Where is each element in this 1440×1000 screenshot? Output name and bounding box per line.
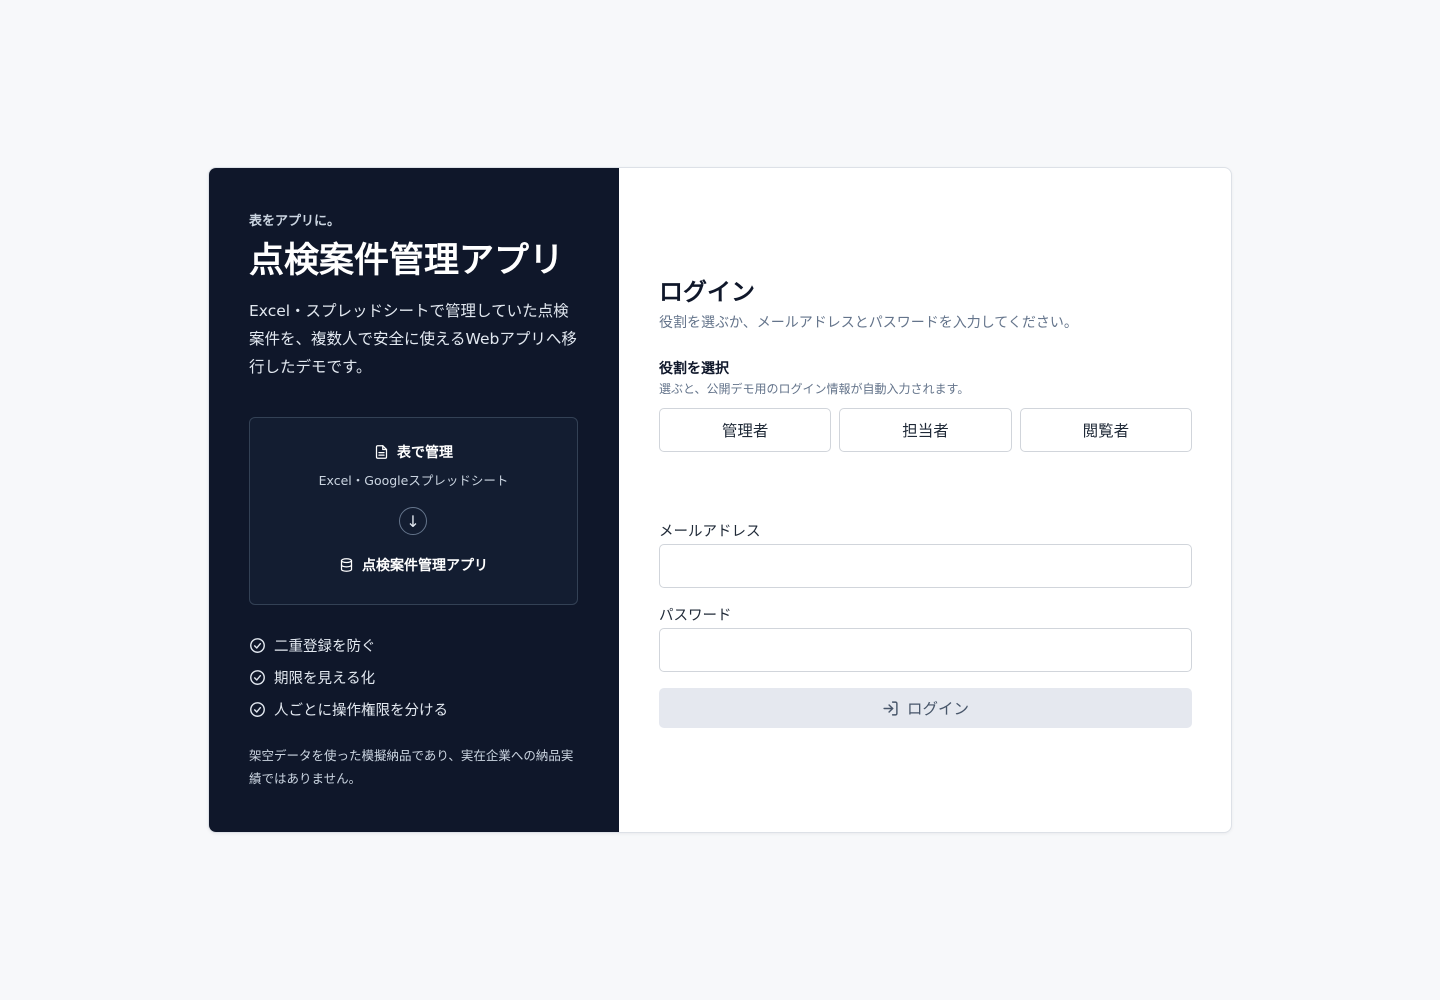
role-button-admin[interactable]: 管理者 — [659, 408, 832, 452]
role-hint: 選ぶと、公開デモ用のログイン情報が自動入力されます。 — [659, 382, 970, 396]
role-button-viewer[interactable]: 閲覧者 — [1019, 408, 1192, 452]
feature-item: 二重登録を防ぐ — [249, 629, 579, 661]
flow-from: 表で管理 — [250, 442, 577, 462]
file-text-icon — [374, 444, 389, 460]
database-icon — [339, 557, 354, 573]
feature-item: 人ごとに操作権限を分ける — [249, 693, 579, 725]
feature-item: 期限を見える化 — [249, 661, 579, 693]
login-title: ログイン — [659, 278, 755, 306]
flow-from-sub: Excel・Googleスプレッドシート — [318, 473, 509, 488]
role-button-staff[interactable]: 担当者 — [839, 408, 1012, 452]
flow-to: 点検案件管理アプリ — [250, 555, 577, 575]
feature-list: 二重登録を防ぐ 期限を見える化 人ごとに操作権限を分ける — [249, 629, 579, 725]
login-subtitle: 役割を選ぶか、メールアドレスとパスワードを入力してください。 — [659, 315, 1078, 331]
feature-label: 二重登録を防ぐ — [274, 638, 376, 655]
login-button-label: ログイン — [906, 700, 969, 718]
check-circle-icon — [249, 669, 266, 686]
check-circle-icon — [249, 637, 266, 654]
check-circle-icon — [249, 701, 266, 718]
arrow-down-icon: ↓ — [399, 507, 427, 535]
migration-flow: 表で管理 Excel・Googleスプレッドシート ↓ 点検案件管理アプリ — [249, 417, 578, 605]
email-label: メールアドレス — [659, 524, 761, 540]
login-card: 表をアプリに。 点検案件管理アプリ Excel・スプレッドシートで管理していた点… — [208, 167, 1232, 833]
flow-to-label: 点検案件管理アプリ — [362, 558, 488, 574]
email-field[interactable] — [659, 544, 1192, 588]
role-selector: 管理者 担当者 閲覧者 — [659, 408, 1192, 452]
disclaimer: 架空データを使った模擬納品であり、実在企業への納品実績ではありません。 — [249, 748, 574, 786]
flow-from-label: 表で管理 — [397, 445, 453, 461]
role-label: 役割を選択 — [659, 361, 729, 377]
login-button[interactable]: ログイン — [659, 688, 1192, 728]
brand-eyebrow: 表をアプリに。 — [249, 214, 341, 229]
app-title: 点検案件管理アプリ — [249, 241, 565, 281]
log-in-icon — [882, 700, 899, 717]
login-panel: ログイン 役割を選ぶか、メールアドレスとパスワードを入力してください。 役割を選… — [619, 168, 1231, 832]
feature-label: 期限を見える化 — [274, 670, 376, 687]
app-intro: Excel・スプレッドシートで管理していた点検案件を、複数人で安全に使えるWeb… — [249, 302, 577, 376]
password-label: パスワード — [659, 608, 732, 624]
password-field[interactable] — [659, 628, 1192, 672]
brand-panel: 表をアプリに。 点検案件管理アプリ Excel・スプレッドシートで管理していた点… — [209, 168, 619, 832]
feature-label: 人ごとに操作権限を分ける — [274, 702, 448, 719]
